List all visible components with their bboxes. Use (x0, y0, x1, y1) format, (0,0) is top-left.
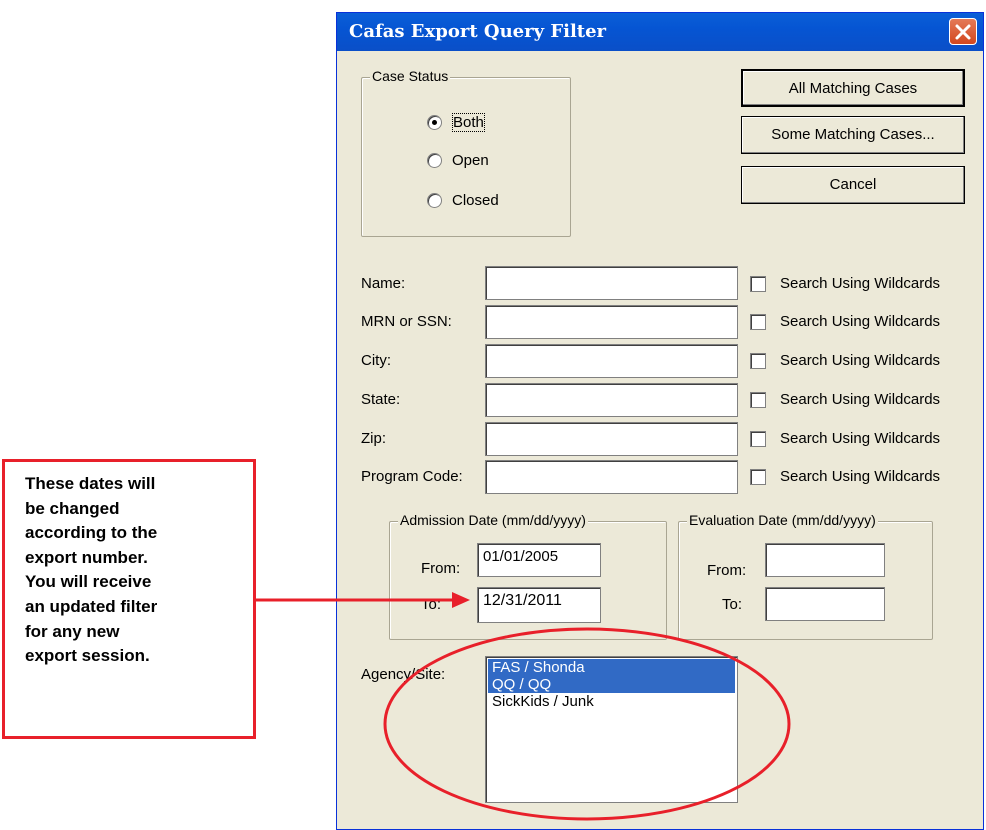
checkbox-icon (750, 468, 766, 485)
checkbox-icon (750, 430, 766, 447)
city-field[interactable] (485, 344, 738, 378)
annotation-text: These dates will be changed according to… (25, 474, 158, 666)
agency-site-label: Agency/Site: (361, 666, 446, 683)
mrn-ssn-wildcard-checkbox[interactable]: Search Using Wildcards (750, 313, 940, 330)
wildcard-label: Search Using Wildcards (780, 313, 941, 330)
radio-open[interactable]: Open (427, 152, 489, 169)
radio-button-icon (427, 193, 442, 208)
wildcard-label: Search Using Wildcards (780, 391, 941, 408)
close-x-icon (955, 24, 971, 40)
zip-field[interactable] (485, 422, 738, 456)
admission-date-legend: Admission Date (mm/dd/yyyy) (398, 512, 588, 528)
radio-closed[interactable]: Closed (427, 192, 499, 209)
zip-wildcard-checkbox[interactable]: Search Using Wildcards (750, 430, 940, 447)
program-code-label: Program Code: (361, 468, 463, 485)
radio-closed-label: Closed (452, 192, 499, 209)
radio-button-icon (427, 153, 442, 168)
checkbox-icon (750, 275, 766, 292)
close-button[interactable] (949, 18, 977, 45)
state-label: State: (361, 391, 401, 408)
some-matching-cases-button[interactable]: Some Matching Cases... (741, 116, 965, 154)
dialog-title: Cafas Export Query Filter (349, 21, 607, 42)
list-item[interactable]: FAS / Shonda (488, 659, 735, 676)
wildcard-label: Search Using Wildcards (780, 430, 941, 447)
admission-to-label: To: (421, 596, 442, 613)
city-label: City: (361, 352, 391, 369)
name-wildcard-checkbox[interactable]: Search Using Wildcards (750, 275, 940, 292)
radio-both-label: Both (452, 113, 485, 132)
program-code-wildcard-checkbox[interactable]: Search Using Wildcards (750, 468, 940, 485)
list-item[interactable]: QQ / QQ (488, 676, 735, 693)
export-filter-dialog: Cafas Export Query Filter Case Status Bo… (336, 12, 984, 830)
name-field[interactable] (485, 266, 738, 300)
admission-to-value: 12/31/2011 (483, 592, 562, 609)
radio-button-icon (427, 115, 442, 130)
checkbox-icon (750, 352, 766, 369)
admission-from-label: From: (421, 560, 461, 577)
admission-to-field[interactable]: 12/31/2011 (477, 587, 601, 623)
state-wildcard-checkbox[interactable]: Search Using Wildcards (750, 391, 940, 408)
mrn-ssn-field[interactable] (485, 305, 738, 339)
list-item[interactable]: SickKids / Junk (488, 693, 735, 710)
zip-label: Zip: (361, 430, 387, 447)
program-code-field[interactable] (485, 460, 738, 494)
radio-open-label: Open (452, 152, 489, 169)
wildcard-label: Search Using Wildcards (780, 275, 941, 292)
all-matching-cases-button[interactable]: All Matching Cases (741, 69, 965, 107)
city-wildcard-checkbox[interactable]: Search Using Wildcards (750, 352, 940, 369)
checkbox-icon (750, 313, 766, 330)
annotation-callout: These dates will be changed according to… (2, 459, 256, 739)
radio-both[interactable]: Both (427, 113, 485, 132)
admission-from-field[interactable]: 01/01/2005 (477, 543, 601, 577)
mrn-ssn-label: MRN or SSN: (361, 313, 452, 330)
wildcard-label: Search Using Wildcards (780, 352, 941, 369)
agency-site-listbox[interactable]: FAS / Shonda QQ / QQ SickKids / Junk (485, 656, 738, 803)
evaluation-date-group: Evaluation Date (mm/dd/yyyy) (678, 512, 933, 640)
name-label: Name: (361, 275, 406, 292)
cancel-button[interactable]: Cancel (741, 166, 965, 204)
evaluation-to-field[interactable] (765, 587, 885, 621)
state-field[interactable] (485, 383, 738, 417)
evaluation-to-label: To: (722, 596, 743, 613)
case-status-legend: Case Status (370, 68, 451, 84)
wildcard-label: Search Using Wildcards (780, 468, 941, 485)
evaluation-from-field[interactable] (765, 543, 885, 577)
checkbox-icon (750, 391, 766, 408)
evaluation-date-legend: Evaluation Date (mm/dd/yyyy) (687, 512, 878, 528)
title-bar[interactable]: Cafas Export Query Filter (337, 13, 983, 51)
evaluation-from-label: From: (707, 562, 747, 579)
